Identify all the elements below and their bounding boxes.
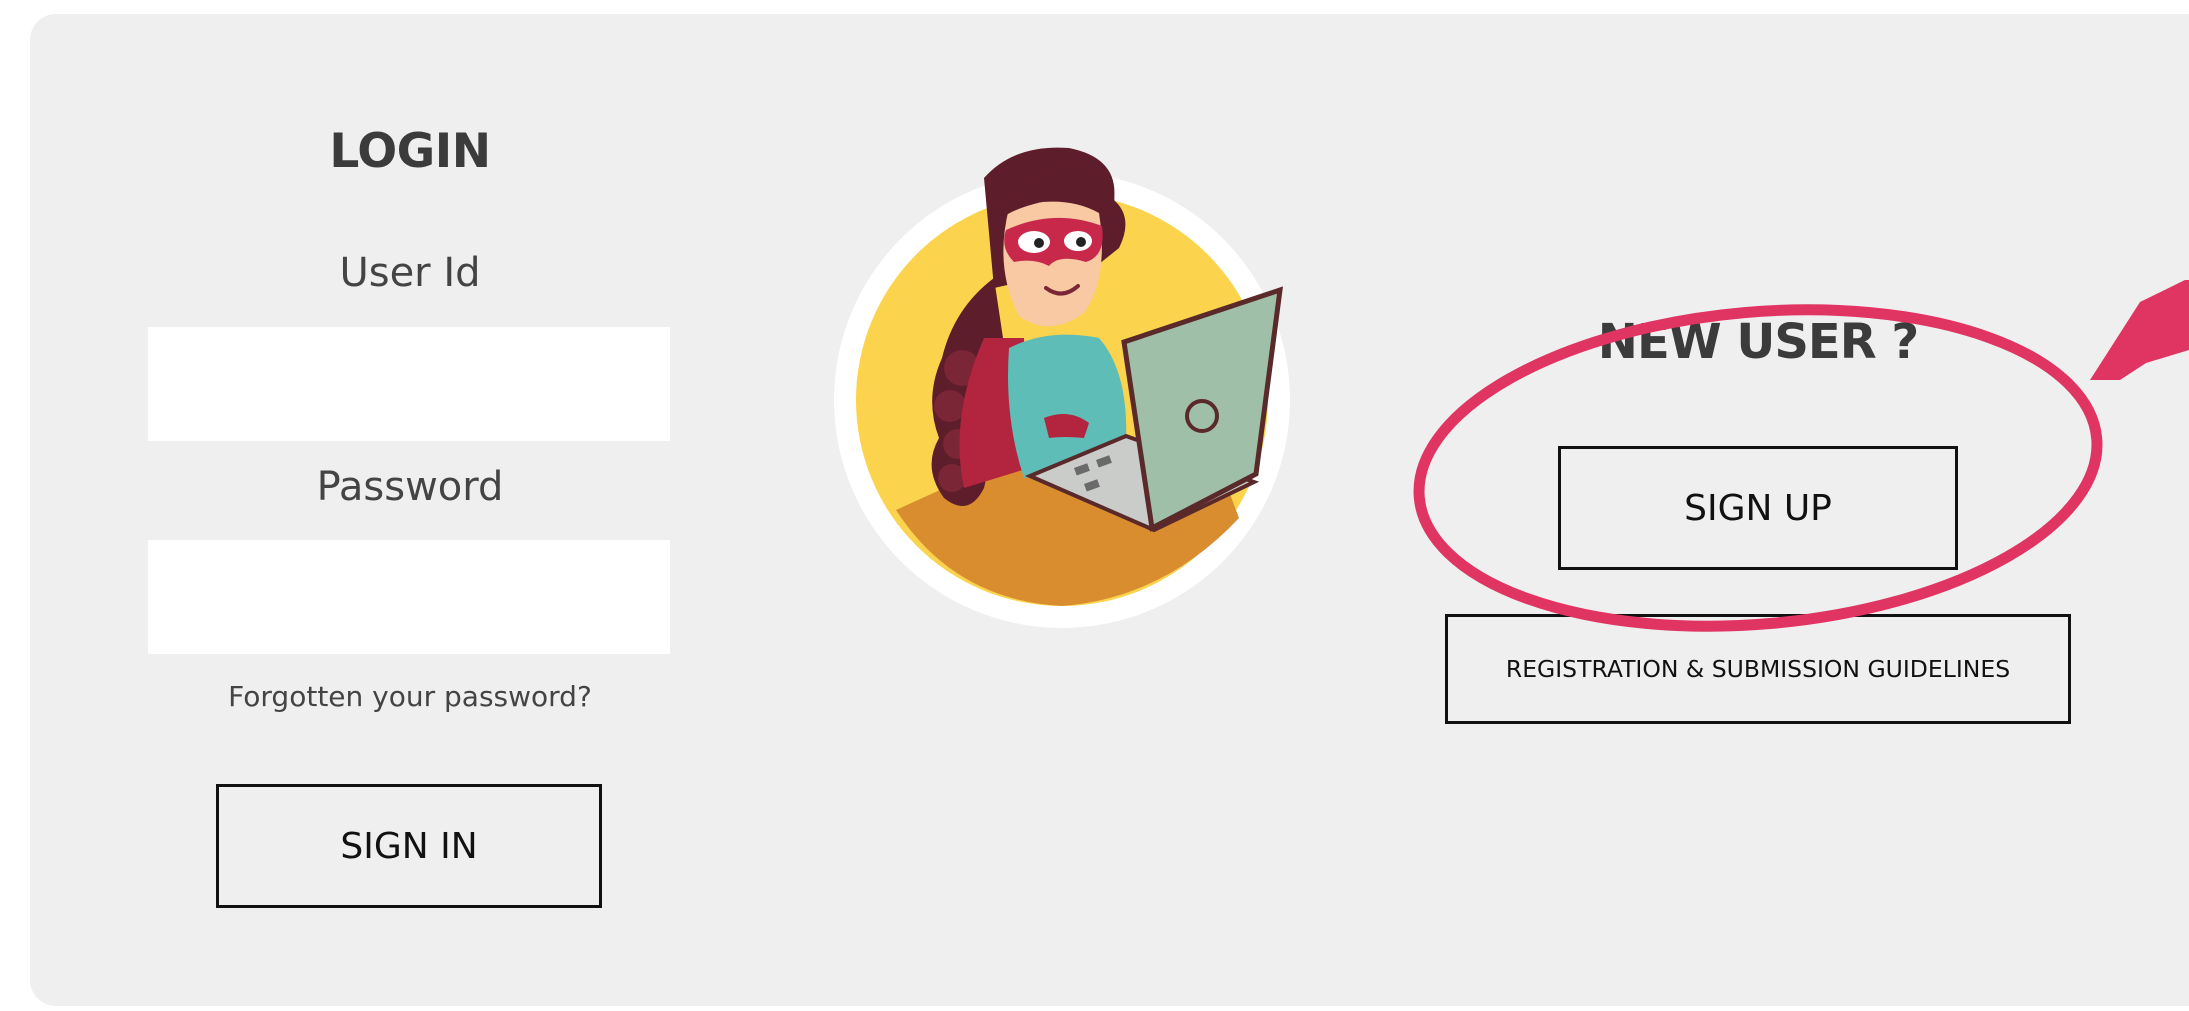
user-id-label: User Id	[339, 250, 481, 296]
sign-up-button[interactable]: SIGN UP	[1558, 446, 1958, 570]
sign-in-button[interactable]: SIGN IN	[216, 784, 602, 908]
login-title: LOGIN	[329, 124, 491, 179]
new-user-title: NEW USER ?	[1597, 314, 1919, 370]
password-input[interactable]	[148, 540, 670, 654]
superhero-avatar-illustration	[834, 147, 1290, 628]
forgot-password-link[interactable]: Forgotten your password?	[148, 680, 672, 713]
registration-guidelines-button[interactable]: REGISTRATION & SUBMISSION GUIDELINES	[1445, 614, 2071, 724]
password-label: Password	[316, 464, 504, 510]
user-id-input[interactable]	[148, 327, 670, 441]
